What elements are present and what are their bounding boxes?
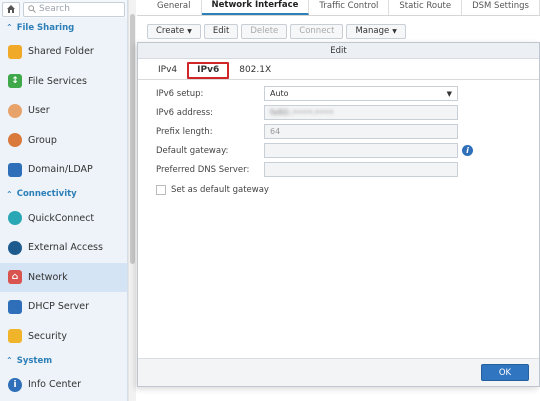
prefix-length-label: Prefix length:	[156, 126, 213, 137]
delete-button[interactable]: Delete	[241, 23, 288, 39]
sidebar-item-label: Info Center	[28, 379, 81, 391]
info-icon[interactable]: i	[462, 145, 473, 156]
chevron-up-icon: ⌃	[6, 356, 13, 365]
connect-button[interactable]: Connect	[290, 23, 344, 39]
ipv6-address-row: IPv6 address: fe80::••••:••••	[156, 103, 527, 122]
tab-ipv4[interactable]: IPv4	[150, 62, 185, 79]
manage-button[interactable]: Manage ▼	[346, 23, 406, 39]
default-gateway-checkbox-row: Set as default gateway	[156, 181, 527, 199]
home-button[interactable]	[2, 1, 20, 17]
sidebar-scrollbar[interactable]	[128, 0, 136, 401]
user-icon	[8, 103, 22, 118]
sidebar-top: Search	[0, 0, 127, 18]
sidebar-item-label: Network	[28, 271, 68, 283]
tab-general[interactable]: General	[147, 0, 202, 15]
sidebar-item-external-access[interactable]: External Access	[0, 233, 127, 263]
tab-network-interface[interactable]: Network Interface	[201, 0, 310, 15]
default-gateway-label: Default gateway:	[156, 145, 229, 156]
sidebar-item-label: DHCP Server	[28, 301, 89, 313]
sidebar-item-group[interactable]: Group	[0, 126, 127, 156]
prefix-length-row: Prefix length: 64	[156, 122, 527, 141]
caret-down-icon: ▼	[187, 27, 192, 35]
section-file-sharing[interactable]: ⌃ File Sharing	[0, 18, 127, 37]
manage-label: Manage	[355, 26, 390, 36]
ipv6-address-field[interactable]: fe80::••••:••••	[264, 105, 458, 120]
preferred-dns-row: Preferred DNS Server:	[156, 160, 527, 179]
search-input[interactable]: Search	[23, 1, 125, 17]
sidebar-item-label: Shared Folder	[28, 46, 94, 58]
sidebar-item-domain-ldap[interactable]: Domain/LDAP	[0, 155, 127, 185]
sidebar-item-label: Domain/LDAP	[28, 164, 93, 176]
group-icon	[8, 133, 22, 148]
section-system[interactable]: ⌃ System	[0, 351, 127, 370]
sidebar-item-shared-folder[interactable]: Shared Folder	[0, 37, 127, 67]
network-icon: ⌂	[8, 270, 22, 285]
create-label: Create	[156, 26, 185, 36]
default-gateway-row: Default gateway: i	[156, 141, 527, 160]
sidebar-item-label: External Access	[28, 242, 103, 254]
ipv6-address-value: fe80::••••:••••	[270, 108, 334, 117]
sidebar-item-label: Security	[28, 330, 68, 342]
toolbar: Create ▼ Edit Delete Connect Manage ▼	[137, 20, 540, 42]
preferred-dns-label: Preferred DNS Server:	[156, 164, 250, 175]
create-button[interactable]: Create ▼	[147, 23, 201, 39]
prefix-length-field[interactable]: 64	[264, 124, 458, 139]
section-label: File Sharing	[16, 22, 75, 33]
tab-dsm-settings[interactable]: DSM Settings	[462, 0, 540, 15]
tab-8021x[interactable]: 802.1X	[231, 62, 279, 79]
edit-dialog: Edit IPv4 IPv6 802.1X IPv6 setup: Auto ▼…	[137, 42, 540, 387]
dialog-title: Edit	[138, 43, 539, 59]
home-icon	[7, 5, 15, 13]
folder-icon	[8, 44, 22, 59]
sidebar: Search ⌃ File Sharing Shared Folder ↕ Fi…	[0, 0, 128, 401]
sidebar-item-user[interactable]: User	[0, 96, 127, 126]
section-label: System	[16, 355, 53, 366]
sidebar-item-dhcp-server[interactable]: DHCP Server	[0, 292, 127, 322]
sidebar-item-label: File Services	[28, 75, 87, 87]
tab-static-route[interactable]: Static Route	[389, 0, 463, 15]
sidebar-item-label: QuickConnect	[28, 212, 95, 224]
ipv6-setup-select[interactable]: Auto ▼	[264, 86, 458, 101]
quickconnect-icon	[8, 211, 22, 226]
file-services-icon: ↕	[8, 74, 22, 89]
globe-icon	[8, 240, 22, 255]
set-default-gateway-label: Set as default gateway	[171, 185, 269, 195]
sidebar-item-file-services[interactable]: ↕ File Services	[0, 67, 127, 97]
caret-down-icon: ▼	[392, 27, 397, 35]
dhcp-icon	[8, 299, 22, 314]
scrollbar-thumb[interactable]	[130, 14, 135, 264]
edit-button[interactable]: Edit	[203, 23, 239, 39]
info-icon: i	[8, 377, 22, 392]
sidebar-item-security[interactable]: Security	[0, 322, 127, 352]
default-gateway-field[interactable]	[264, 143, 458, 158]
sidebar-item-label: User	[28, 105, 50, 117]
main-tabs: General Network Interface Traffic Contro…	[137, 0, 540, 16]
sidebar-item-info-center[interactable]: i Info Center	[0, 370, 127, 400]
search-placeholder: Search	[39, 4, 70, 14]
preferred-dns-field[interactable]	[264, 162, 458, 177]
sidebar-item-label: Group	[28, 134, 57, 146]
dropdown-arrow-icon: ▼	[446, 89, 452, 98]
ipv6-form: IPv6 setup: Auto ▼ IPv6 address: fe80::•…	[138, 80, 539, 199]
prefix-length-value: 64	[270, 127, 281, 136]
set-default-gateway-checkbox[interactable]	[156, 185, 166, 195]
ipv6-address-label: IPv6 address:	[156, 107, 214, 118]
sidebar-item-network[interactable]: ⌂ Network	[0, 262, 127, 292]
ipv6-setup-value: Auto	[270, 89, 289, 98]
search-icon	[28, 5, 36, 13]
dialog-tabs: IPv4 IPv6 802.1X	[138, 61, 539, 80]
section-label: Connectivity	[16, 189, 77, 199]
ok-button[interactable]: OK	[481, 364, 529, 381]
tab-traffic-control[interactable]: Traffic Control	[309, 0, 390, 15]
chevron-up-icon: ⌃	[6, 23, 13, 32]
ipv6-setup-label: IPv6 setup:	[156, 88, 204, 99]
section-connectivity[interactable]: ⌃ Connectivity	[0, 185, 127, 204]
domain-icon	[8, 162, 22, 177]
sidebar-item-quickconnect[interactable]: QuickConnect	[0, 204, 127, 234]
dialog-footer: OK	[138, 358, 539, 386]
ipv6-setup-row: IPv6 setup: Auto ▼	[156, 84, 527, 103]
shield-icon	[8, 329, 22, 344]
tab-ipv6[interactable]: IPv6	[187, 61, 230, 79]
chevron-up-icon: ⌃	[6, 189, 13, 199]
